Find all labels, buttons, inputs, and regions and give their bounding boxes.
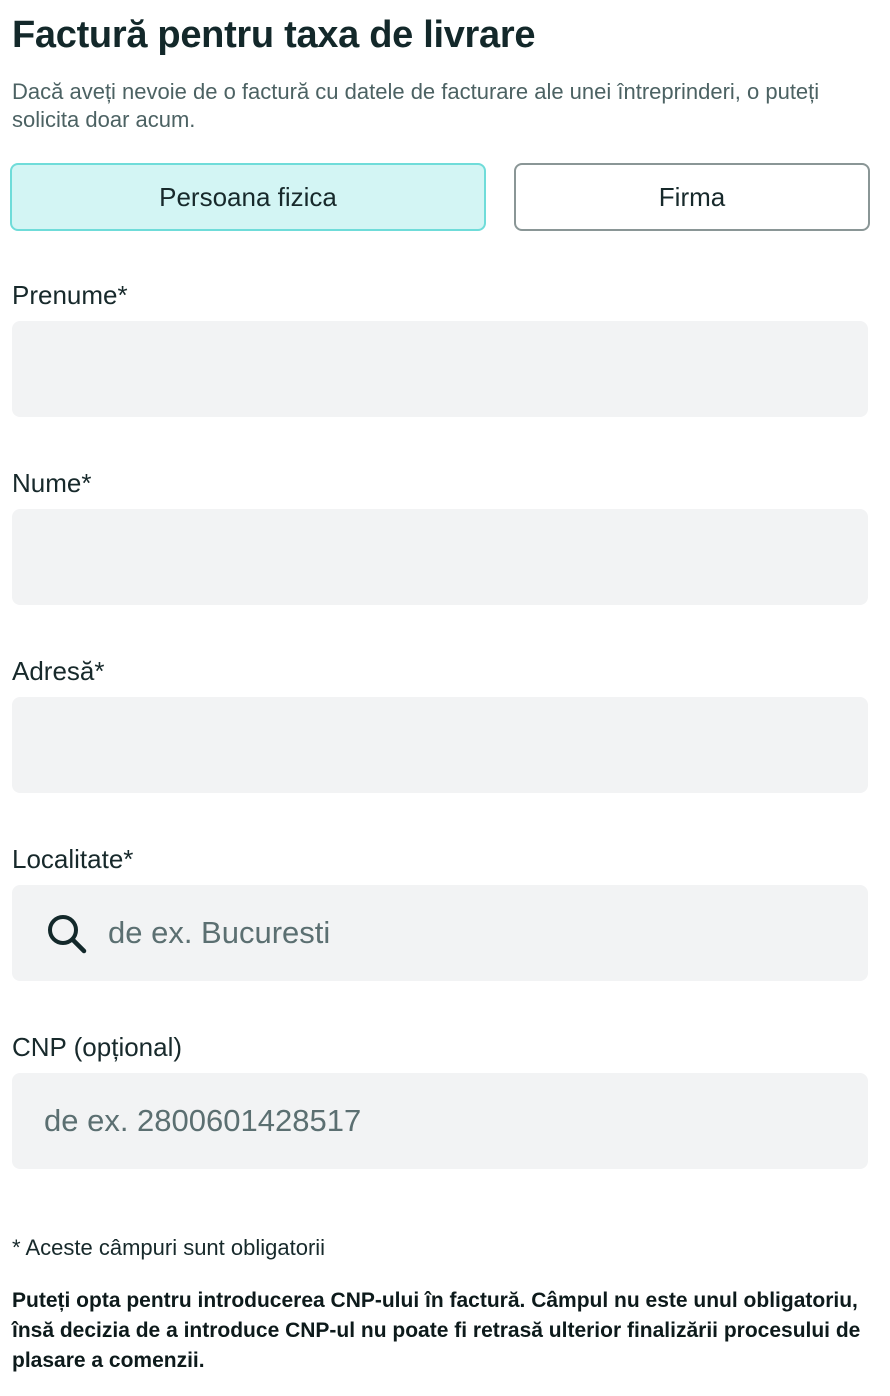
page-title: Factură pentru taxa de livrare	[12, 14, 536, 56]
cnp-input[interactable]	[12, 1073, 868, 1169]
search-icon	[48, 915, 87, 954]
toggle-firma[interactable]: Firma	[514, 163, 870, 231]
page-subtitle: Dacă aveți nevoie de o factură cu datele…	[12, 79, 820, 132]
required-fields-note: * Aceste câmpuri sunt obligatorii	[12, 1235, 326, 1260]
address-field-container	[12, 697, 868, 793]
cnp-field-container	[12, 1073, 868, 1169]
first-name-field-container	[12, 321, 868, 417]
address-input[interactable]	[12, 697, 868, 793]
address-label: Adresă*	[12, 656, 105, 686]
last-name-field-container	[12, 509, 868, 605]
cnp-label: CNP (opțional)	[12, 1032, 183, 1062]
toggle-persoana-fizica[interactable]: Persoana fizica	[10, 163, 486, 231]
first-name-label: Prenume*	[12, 280, 128, 310]
locality-field-container	[12, 885, 868, 981]
last-name-input[interactable]	[12, 509, 868, 605]
cnp-info-note: Puteți opta pentru introducerea CNP-ului…	[12, 1289, 861, 1372]
locality-label: Localitate*	[12, 844, 134, 874]
locality-search-input[interactable]	[12, 885, 868, 981]
last-name-label: Nume*	[12, 468, 92, 498]
first-name-input[interactable]	[12, 321, 868, 417]
